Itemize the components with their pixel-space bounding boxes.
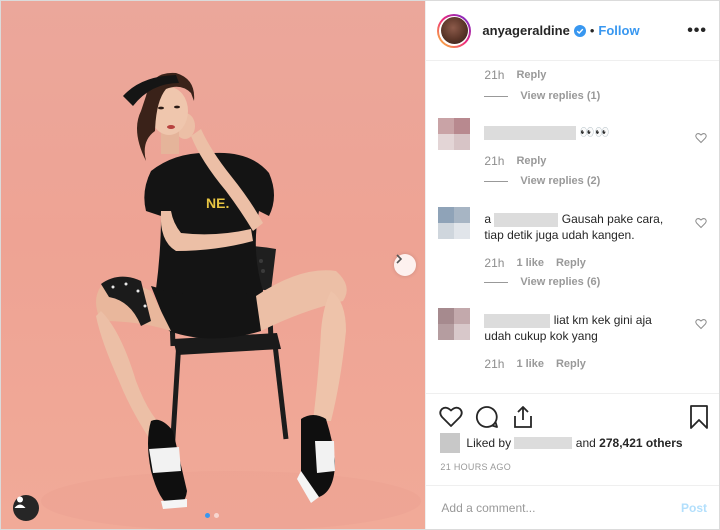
svg-text:NE.: NE.: [206, 195, 229, 211]
username[interactable]: anyageraldine: [482, 23, 569, 38]
post-side-panel: anyageraldine • Follow ••• 21h Reply Vie…: [425, 1, 719, 529]
comment-meta: 21h Reply: [484, 154, 546, 168]
user-icon: [14, 496, 26, 508]
comment-text: a Gausah pake cara, tiap detik juga udah…: [484, 211, 683, 243]
comments-list: 21h Reply View replies (1) 👀👀 21h Reply …: [426, 62, 719, 393]
heart-icon[interactable]: [695, 318, 707, 330]
reply-button[interactable]: Reply: [516, 69, 546, 81]
comment-meta: 21h 1 like Reply: [484, 256, 586, 270]
comment-meta: 21h 1 like Reply: [484, 357, 586, 371]
redacted-username: [494, 212, 559, 227]
post-photo[interactable]: NE.: [1, 1, 426, 529]
liked-by-prefix: Liked by: [466, 436, 512, 450]
comment-text: 👀👀: [484, 124, 683, 140]
comment-time: 21h: [484, 256, 505, 270]
verified-badge-icon: [573, 24, 586, 37]
comment-time: 21h: [484, 154, 505, 168]
share-icon[interactable]: [510, 404, 536, 430]
liked-by-and: and: [575, 436, 596, 450]
view-replies-button[interactable]: View replies (2): [484, 175, 600, 187]
more-options-icon[interactable]: •••: [687, 22, 707, 40]
carousel-dots: [205, 513, 219, 518]
post-time-ago[interactable]: 21 HOURS AGO: [440, 462, 511, 472]
reply-button[interactable]: Reply: [516, 155, 546, 167]
commenter-avatar[interactable]: [438, 308, 471, 340]
comment-text: liat km kek gini aja udah cukup kok yang: [484, 312, 683, 344]
liker-avatar[interactable]: [440, 433, 461, 453]
reply-button[interactable]: Reply: [556, 358, 586, 370]
commenter-avatar[interactable]: [438, 207, 471, 239]
comment-icon[interactable]: [474, 404, 500, 430]
comment-line1: liat km kek gini aja: [553, 313, 652, 327]
avatar[interactable]: [437, 13, 472, 48]
tagged-users-button[interactable]: [13, 495, 39, 521]
post-comment-button[interactable]: Post: [681, 501, 707, 515]
liked-by-line: Liked by and 278,421 others: [440, 433, 683, 453]
likes-others-count[interactable]: 278,421 others: [599, 436, 682, 450]
like-heart-icon[interactable]: [438, 404, 464, 430]
view-replies-label: View replies (6): [520, 276, 601, 288]
likes-count[interactable]: 1 like: [516, 257, 544, 269]
heart-icon[interactable]: [695, 217, 707, 229]
comment-line2: udah cukup kok yang: [484, 329, 598, 343]
heart-icon[interactable]: [695, 132, 707, 144]
comment-time: 21h: [484, 68, 505, 82]
separator-dot: •: [589, 23, 595, 38]
bookmark-icon[interactable]: [686, 404, 712, 430]
redacted-username: [484, 125, 577, 140]
comment-emoji: 👀👀: [579, 125, 610, 139]
redacted-username: [484, 313, 551, 328]
comment-meta: 21h Reply: [484, 68, 546, 82]
chevron-right-icon: [396, 254, 403, 264]
view-replies-button[interactable]: View replies (6): [484, 276, 600, 288]
carousel-dot: [214, 513, 219, 518]
likes-count[interactable]: 1 like: [516, 358, 544, 370]
add-comment-bar: Post: [426, 485, 719, 529]
add-comment-input[interactable]: [439, 499, 681, 516]
post-header: anyageraldine • Follow •••: [426, 1, 719, 61]
comment-line2: tiap detik juga udah kangen.: [484, 228, 635, 242]
view-replies-button[interactable]: View replies (1): [484, 90, 600, 102]
comment-prefix: a: [484, 212, 492, 226]
comment-line1: Gausah pake cara,: [561, 212, 664, 226]
next-photo-button[interactable]: [394, 254, 416, 276]
post-actions: Liked by and 278,421 others 21 HOURS AGO: [426, 393, 719, 486]
commenter-avatar[interactable]: [438, 118, 471, 150]
comment-time: 21h: [484, 357, 505, 371]
photo-illustration: NE.: [41, 72, 421, 529]
view-replies-label: View replies (1): [520, 90, 601, 102]
reply-button[interactable]: Reply: [556, 257, 586, 269]
follow-button[interactable]: Follow: [598, 23, 639, 38]
view-replies-label: View replies (2): [520, 175, 601, 187]
instagram-post-modal: NE. anyageraldine • Follow ••• 21h Reply…: [0, 0, 720, 530]
carousel-dot: [205, 513, 210, 518]
redacted-liker-name: [514, 437, 573, 449]
